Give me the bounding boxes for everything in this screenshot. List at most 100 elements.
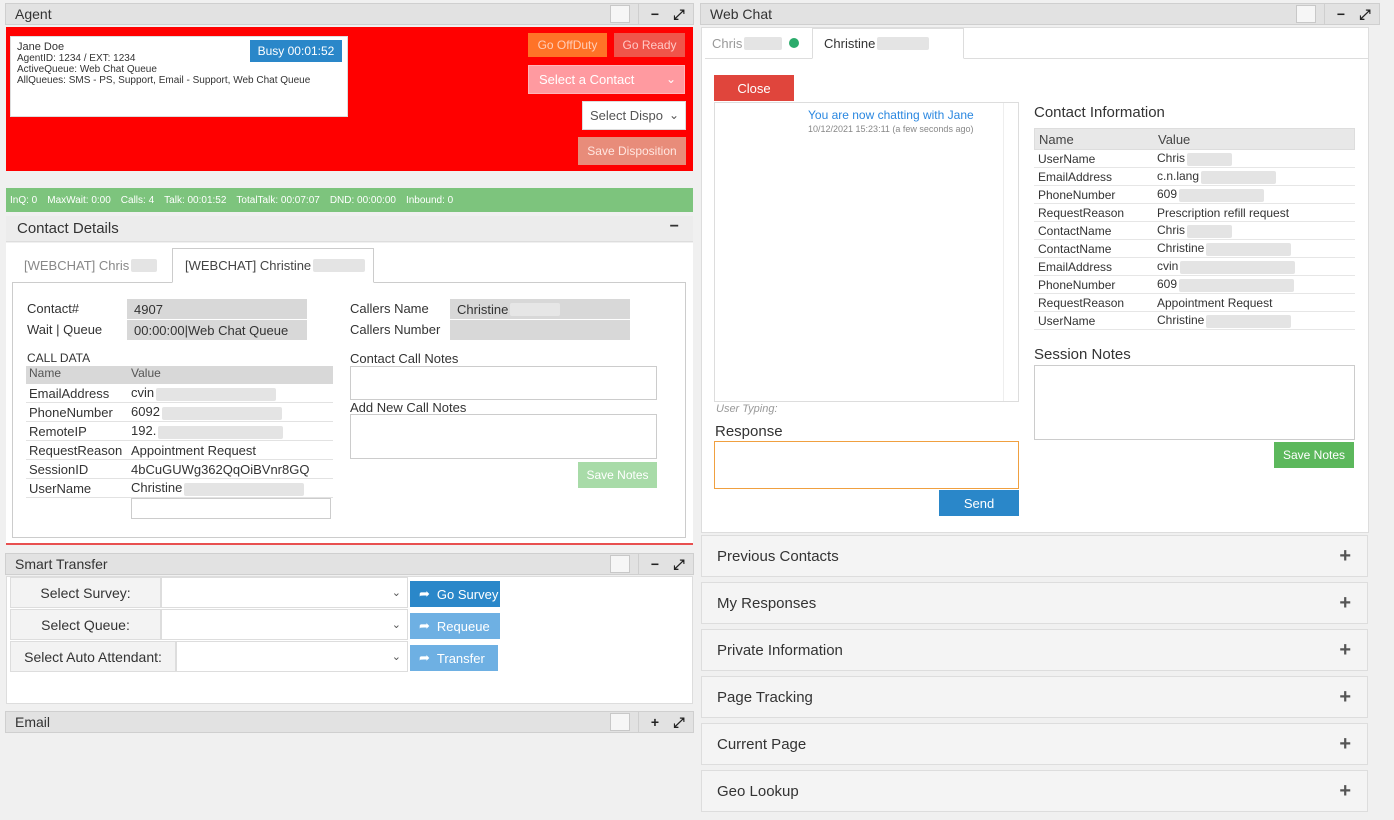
agent-active-queue: ActiveQueue: Web Chat Queue: [17, 64, 157, 75]
smart-transfer-header: Smart Transfer − ⤢: [5, 553, 694, 575]
plus-icon: +: [1339, 592, 1351, 614]
stat-inbound: Inbound: 0: [405, 194, 454, 206]
table-row: EmailAddress cvin: [26, 384, 333, 403]
close-chat-button[interactable]: Close: [714, 75, 794, 101]
save-session-notes-button[interactable]: Save Notes: [1274, 442, 1354, 468]
stat-inq: InQ: 0: [10, 194, 38, 206]
call-data-label: CALL DATA: [27, 351, 91, 365]
web-chat-title: Web Chat: [710, 6, 772, 22]
online-status-icon: [789, 38, 799, 48]
tab-label: [WEBCHAT] Christine: [185, 258, 312, 273]
accordion-my-responses[interactable]: My Responses +: [701, 582, 1368, 624]
save-disposition-button[interactable]: Save Disposition: [578, 137, 686, 165]
cell-value: 192.: [131, 423, 333, 439]
contact-num-field: 4907: [127, 299, 307, 319]
contact-call-notes-label: Contact Call Notes: [350, 351, 459, 366]
panel-toggle-box[interactable]: [610, 713, 630, 731]
chat-scrollbar[interactable]: [1003, 103, 1018, 401]
share-arrow-icon: ➦: [419, 650, 430, 665]
share-arrow-icon: ➦: [419, 618, 430, 633]
panel-toggle-box[interactable]: [610, 555, 630, 573]
select-survey-dropdown[interactable]: ⌄: [161, 577, 408, 608]
agent-panel-title: Agent: [15, 6, 52, 22]
expand-icon[interactable]: ⤢: [1355, 5, 1375, 23]
email-panel-title: Email: [15, 714, 51, 730]
go-survey-button[interactable]: ➦ Go Survey: [410, 581, 500, 607]
contact-details-header: Contact Details −: [6, 216, 693, 242]
select-queue-dropdown[interactable]: ⌄: [161, 609, 408, 640]
share-arrow-icon: ➦: [419, 586, 430, 601]
call-data-input[interactable]: [131, 498, 331, 519]
minus-icon[interactable]: −: [670, 218, 679, 236]
column-header: Value: [131, 366, 161, 380]
table-row: SessionID 4bCuGUWg362QqOiBVnr8GQ: [26, 460, 333, 479]
callers-number-field: [450, 320, 630, 340]
expand-icon[interactable]: ⤢: [669, 713, 689, 731]
table-header: Name Value: [26, 366, 333, 384]
cell-name: EmailAddress: [29, 385, 110, 401]
accordion-private-information[interactable]: Private Information +: [701, 629, 1368, 671]
requeue-button[interactable]: ➦ Requeue: [410, 613, 500, 639]
save-notes-button[interactable]: Save Notes: [578, 462, 657, 488]
add-new-call-notes-textarea[interactable]: [350, 414, 657, 459]
panel-toggle-box[interactable]: [610, 5, 630, 23]
table-row: UserName Chris: [1034, 150, 1355, 168]
stat-calls: Calls: 4: [120, 194, 155, 206]
chevron-down-icon: ⌄: [668, 108, 679, 122]
contact-call-notes-textarea[interactable]: [350, 366, 657, 400]
plus-icon: +: [1339, 733, 1351, 755]
accordion-previous-contacts[interactable]: Previous Contacts +: [701, 535, 1368, 577]
cell-value: 4bCuGUWg362QqOiBVnr8GQ: [131, 461, 310, 477]
status-badge: Busy 00:01:52: [250, 40, 342, 62]
table-row: PhoneNumber 609: [1034, 276, 1355, 294]
callers-name-field: Christine: [450, 299, 630, 319]
session-notes-textarea[interactable]: [1034, 365, 1355, 440]
select-survey-label: Select Survey:: [10, 577, 161, 608]
contact-num-label: Contact#: [27, 301, 80, 316]
accordion-current-page[interactable]: Current Page +: [701, 723, 1368, 765]
expand-icon[interactable]: ⤢: [669, 5, 689, 23]
tab-webchat-christine[interactable]: [WEBCHAT] Christine: [172, 248, 374, 283]
table-row: EmailAddress cvin: [1034, 258, 1355, 276]
plus-icon: +: [1339, 686, 1351, 708]
chevron-down-icon: ⌄: [391, 619, 401, 631]
go-ready-button[interactable]: Go Ready: [614, 33, 685, 57]
select-auto-attendant-dropdown[interactable]: ⌄: [176, 641, 408, 672]
accordion-page-tracking[interactable]: Page Tracking +: [701, 676, 1368, 718]
select-contact-dropdown[interactable]: Select a Contact ⌄: [528, 65, 685, 94]
stat-totaltalk: TotalTalk: 00:07:07: [236, 194, 320, 206]
plus-icon: +: [1339, 545, 1351, 567]
table-row: RequestReason Appointment Request: [1034, 294, 1355, 312]
add-new-call-notes-label: Add New Call Notes: [350, 400, 467, 415]
tab-label: Christine: [824, 36, 876, 51]
agent-stats-bar: InQ: 0 MaxWait: 0:00 Calls: 4 Talk: 00:0…: [6, 188, 693, 212]
minus-icon[interactable]: −: [1331, 5, 1351, 23]
send-button[interactable]: Send: [939, 490, 1019, 516]
plus-icon[interactable]: +: [645, 713, 665, 731]
minus-icon[interactable]: −: [645, 555, 665, 573]
cell-name: UserName: [29, 480, 92, 496]
chat-tab-christine[interactable]: Christine: [812, 28, 964, 59]
table-row: ContactName Christine: [1034, 240, 1355, 258]
expand-icon[interactable]: ⤢: [669, 555, 689, 573]
select-auto-attendant-label: Select Auto Attendant:: [10, 641, 176, 672]
chevron-down-icon: ⌄: [391, 587, 401, 599]
minus-icon[interactable]: −: [645, 5, 665, 23]
chat-timestamp: 10/12/2021 15:23:11 (a few seconds ago): [808, 124, 974, 134]
web-chat-header: Web Chat − ⤢: [700, 3, 1380, 25]
select-dispo-dropdown[interactable]: Select Dispo ⌄: [582, 101, 686, 130]
panel-toggle-box[interactable]: [1296, 5, 1316, 23]
contact-information-table: Name Value UserName Chris EmailAddress c.n…: [1034, 128, 1355, 330]
accordion-geo-lookup[interactable]: Geo Lookup +: [701, 770, 1368, 812]
transfer-button[interactable]: ➦ Transfer: [410, 645, 498, 671]
stat-dnd: DND: 00:00:00: [329, 194, 396, 206]
contact-information-title: Contact Information: [1034, 104, 1165, 121]
column-header: Value: [1158, 131, 1191, 147]
cell-name: PhoneNumber: [29, 404, 113, 420]
go-offduty-button[interactable]: Go OffDuty: [528, 33, 607, 57]
cell-name: RemoteIP: [29, 423, 87, 439]
select-queue-label: Select Queue:: [10, 609, 161, 640]
chat-tab-chris[interactable]: Chris: [701, 28, 811, 59]
tab-webchat-chris[interactable]: [WEBCHAT] Chris: [12, 248, 170, 283]
response-textarea[interactable]: [714, 441, 1019, 489]
